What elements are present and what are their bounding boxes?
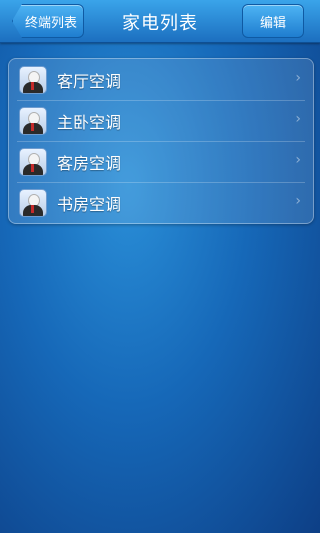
list-item[interactable]: 书房空调 › [9, 182, 313, 223]
list-item-label: 主卧空调 [57, 112, 122, 132]
appliance-list: 客厅空调 › 主卧空调 › 客房空调 › 书房空调 › [8, 58, 314, 224]
list-item[interactable]: 客房空调 › [9, 141, 313, 182]
list-item-label: 书房空调 [57, 194, 122, 214]
chevron-right-icon: › [295, 111, 301, 127]
chevron-right-icon: › [295, 152, 301, 168]
list-item-label: 客房空调 [57, 153, 122, 173]
user-avatar-icon [19, 65, 47, 94]
user-avatar-icon [19, 147, 47, 176]
user-avatar-icon [19, 188, 47, 217]
user-avatar-icon [19, 106, 47, 135]
top-bar: 终端列表 家电列表 编辑 [0, 0, 320, 43]
list-item[interactable]: 客厅空调 › [9, 59, 313, 100]
edit-button[interactable]: 编辑 [242, 4, 304, 38]
chevron-right-icon: › [295, 70, 301, 86]
list-item[interactable]: 主卧空调 › [9, 100, 313, 141]
list-item-label: 客厅空调 [57, 71, 122, 91]
chevron-right-icon: › [295, 193, 301, 209]
